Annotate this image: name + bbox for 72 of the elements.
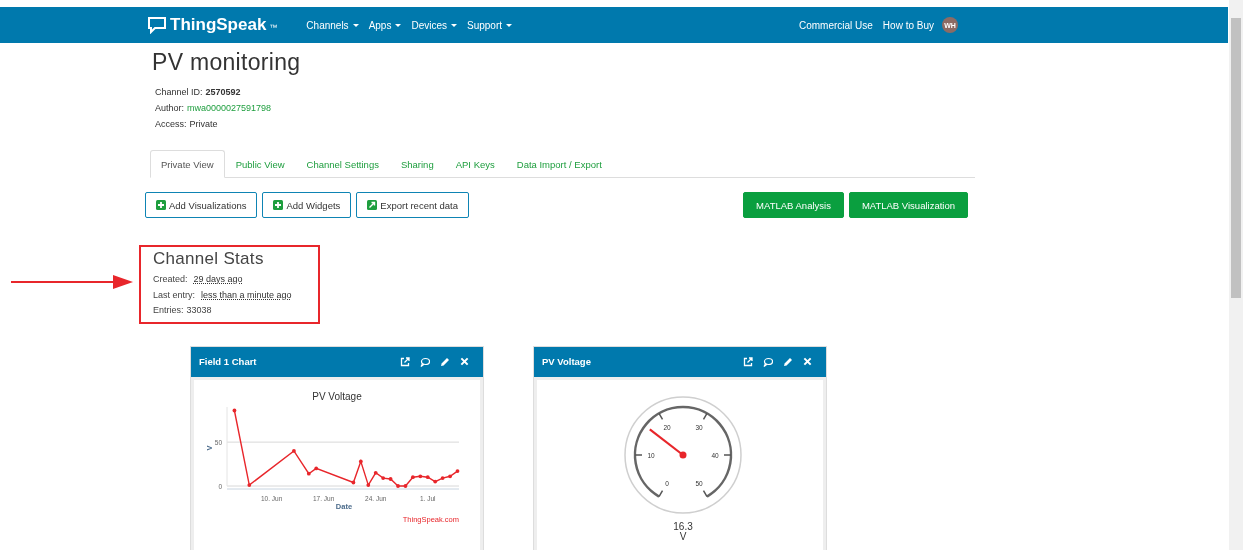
data-point xyxy=(388,476,393,481)
data-point xyxy=(306,471,311,476)
tab[interactable]: Public View xyxy=(224,150,296,178)
action-button[interactable]: Add Visualizations xyxy=(145,192,258,218)
data-point xyxy=(381,475,386,480)
data-point xyxy=(418,473,423,478)
stat-label: Entries: xyxy=(153,305,184,315)
meta-value: 2570592 xyxy=(205,87,241,97)
matlab-button[interactable]: MATLAB Analysis xyxy=(743,192,844,218)
speech-bubble-icon[interactable] xyxy=(420,356,430,367)
data-point xyxy=(373,470,378,475)
data-point xyxy=(292,448,296,453)
speech-bubble-icon[interactable] xyxy=(763,356,773,367)
widget-title: PV Voltage xyxy=(542,356,592,367)
widget-title: Field 1 Chart xyxy=(199,356,258,367)
tab[interactable]: Sharing xyxy=(389,150,445,178)
nav-menu[interactable]: Channels xyxy=(301,19,364,31)
nav-menu[interactable]: Devices xyxy=(406,19,462,31)
close-icon[interactable] xyxy=(803,357,812,366)
stat-label: Created: xyxy=(153,274,188,284)
data-point xyxy=(403,483,408,488)
tab[interactable]: API Keys xyxy=(444,150,506,178)
speech-bubble-icon[interactable] xyxy=(147,16,167,34)
stat-label: Last entry: xyxy=(153,289,196,300)
pencil-icon[interactable] xyxy=(440,356,450,367)
data-point xyxy=(455,468,460,473)
author-link[interactable]: mwa0000027591798 xyxy=(187,103,272,113)
data-point xyxy=(358,459,363,463)
stat-value: 33038 xyxy=(186,305,212,315)
logo[interactable]: ThingSpeak xyxy=(170,15,267,35)
gauge-unit: V xyxy=(679,530,687,542)
scrollbar[interactable] xyxy=(1229,0,1243,550)
stat-value: less than a minute ago xyxy=(201,289,292,300)
gauge-reading: 16.3 xyxy=(673,520,693,532)
stats-title: Channel Stats xyxy=(153,249,265,269)
plus-icon xyxy=(273,200,284,210)
nav-link[interactable]: Commercial Use xyxy=(798,19,873,31)
meta-label: Author: xyxy=(155,103,185,113)
data-point xyxy=(351,480,356,484)
data-point xyxy=(232,408,237,412)
data-point xyxy=(314,466,319,470)
stat-value: 29 days ago xyxy=(193,274,243,284)
nav-link[interactable]: How to Buy xyxy=(882,19,934,31)
nav-menu[interactable]: Apps xyxy=(363,19,407,31)
export-icon xyxy=(367,200,378,210)
action-button[interactable]: Add Widgets xyxy=(262,192,352,218)
data-point xyxy=(411,474,415,479)
data-point xyxy=(396,483,400,488)
tab[interactable]: Data Import / Export xyxy=(505,150,613,178)
tab[interactable]: Private View xyxy=(150,150,225,178)
data-point xyxy=(440,475,445,480)
data-point xyxy=(247,482,252,487)
gauge-needle xyxy=(649,427,687,458)
plus-icon xyxy=(156,200,166,210)
action-button[interactable]: Export recent data xyxy=(356,192,469,218)
channel-title: PV monitoring xyxy=(152,49,302,76)
chart-title: PV Voltage xyxy=(312,390,362,402)
external-link-icon[interactable] xyxy=(400,356,410,367)
data-point xyxy=(448,473,452,478)
meta-label: Channel ID: xyxy=(155,87,203,97)
external-link-icon[interactable] xyxy=(743,356,753,367)
tab[interactable]: Channel Settings xyxy=(295,150,390,178)
meta-label: Access: xyxy=(155,119,187,129)
data-point xyxy=(366,482,371,487)
close-icon[interactable] xyxy=(460,357,469,366)
data-point xyxy=(425,474,430,479)
meta-value: Private xyxy=(189,119,218,129)
data-point xyxy=(433,479,438,483)
nav-menu[interactable]: Support xyxy=(462,19,518,31)
matlab-button[interactable]: MATLAB Visualization xyxy=(848,192,968,218)
trademark: ™ xyxy=(269,23,278,32)
pencil-icon[interactable] xyxy=(783,356,793,367)
